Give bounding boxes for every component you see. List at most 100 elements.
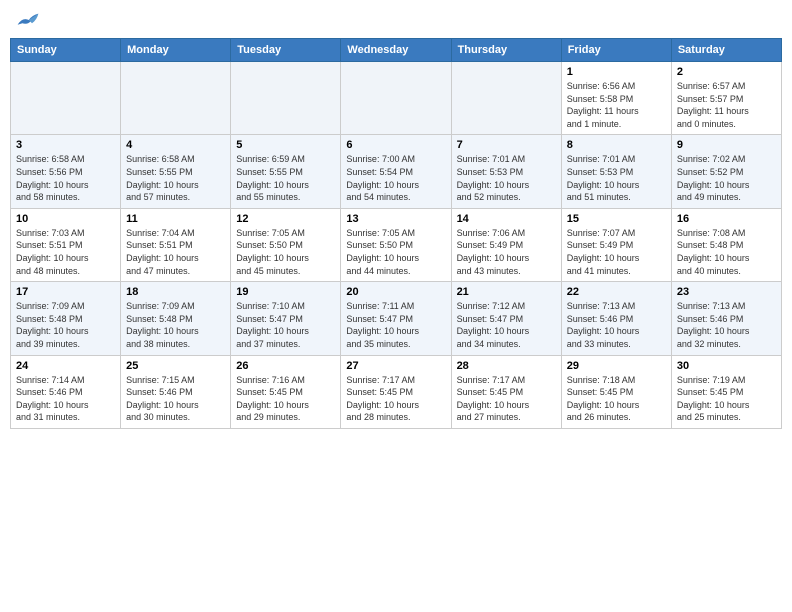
day-number: 15 — [567, 213, 666, 225]
day-info: Sunrise: 7:06 AM Sunset: 5:49 PM Dayligh… — [457, 227, 556, 277]
calendar-week-4: 17 Sunrise: 7:09 AM Sunset: 5:48 PM Dayli… — [11, 282, 782, 355]
calendar-cell: 15 Sunrise: 7:07 AM Sunset: 5:49 PM Dayli… — [561, 208, 671, 281]
calendar-cell: 27 Sunrise: 7:17 AM Sunset: 5:45 PM Dayli… — [341, 355, 451, 428]
logo — [14, 10, 40, 30]
day-info: Sunrise: 7:07 AM Sunset: 5:49 PM Dayligh… — [567, 227, 666, 277]
day-info: Sunrise: 7:02 AM Sunset: 5:52 PM Dayligh… — [677, 153, 776, 203]
weekday-header-thursday: Thursday — [451, 39, 561, 62]
calendar-cell: 22Sunrise: 7:13 AM Sunset: 5:46 PM Dayli… — [561, 282, 671, 355]
day-info: Sunrise: 7:05 AM Sunset: 5:50 PM Dayligh… — [346, 227, 445, 277]
calendar-cell: 14 Sunrise: 7:06 AM Sunset: 5:49 PM Dayli… — [451, 208, 561, 281]
day-number: 10 — [16, 213, 115, 225]
day-info: Sunrise: 7:01 AM Sunset: 5:53 PM Dayligh… — [457, 153, 556, 203]
day-info: Sunrise: 7:12 AM Sunset: 5:47 PM Dayligh… — [457, 300, 556, 350]
calendar-cell: 6 Sunrise: 7:00 AM Sunset: 5:54 PM Daylig… — [341, 135, 451, 208]
calendar-cell: 3 Sunrise: 6:58 AM Sunset: 5:56 PM Daylig… — [11, 135, 121, 208]
calendar-cell: 12 Sunrise: 7:05 AM Sunset: 5:50 PM Dayli… — [231, 208, 341, 281]
calendar-week-5: 24 Sunrise: 7:14 AM Sunset: 5:46 PM Dayli… — [11, 355, 782, 428]
calendar-cell: 21 Sunrise: 7:12 AM Sunset: 5:47 PM Dayli… — [451, 282, 561, 355]
calendar-cell — [231, 62, 341, 135]
day-number: 25 — [126, 360, 225, 372]
weekday-header-friday: Friday — [561, 39, 671, 62]
calendar-week-3: 10 Sunrise: 7:03 AM Sunset: 5:51 PM Dayli… — [11, 208, 782, 281]
day-number: 13 — [346, 213, 445, 225]
day-number: 28 — [457, 360, 556, 372]
day-number: 18 — [126, 286, 225, 298]
day-info: Sunrise: 7:08 AM Sunset: 5:48 PM Dayligh… — [677, 227, 776, 277]
day-info: Sunrise: 7:17 AM Sunset: 5:45 PM Dayligh… — [346, 374, 445, 424]
day-info: Sunrise: 7:15 AM Sunset: 5:46 PM Dayligh… — [126, 374, 225, 424]
day-info: Sunrise: 7:18 AM Sunset: 5:45 PM Dayligh… — [567, 374, 666, 424]
day-info: Sunrise: 7:04 AM Sunset: 5:51 PM Dayligh… — [126, 227, 225, 277]
day-info: Sunrise: 6:58 AM Sunset: 5:56 PM Dayligh… — [16, 153, 115, 203]
day-number: 5 — [236, 139, 335, 151]
calendar-cell: 2 Sunrise: 6:57 AM Sunset: 5:57 PM Daylig… — [671, 62, 781, 135]
calendar-cell: 8 Sunrise: 7:01 AM Sunset: 5:53 PM Daylig… — [561, 135, 671, 208]
calendar-cell: 11 Sunrise: 7:04 AM Sunset: 5:51 PM Dayli… — [121, 208, 231, 281]
day-number: 24 — [16, 360, 115, 372]
day-number: 6 — [346, 139, 445, 151]
weekday-header-saturday: Saturday — [671, 39, 781, 62]
day-number: 21 — [457, 286, 556, 298]
day-info: Sunrise: 7:13 AM Sunset: 5:46 PM Dayligh… — [567, 300, 666, 350]
calendar-cell: 4 Sunrise: 6:58 AM Sunset: 5:55 PM Daylig… — [121, 135, 231, 208]
day-number: 8 — [567, 139, 666, 151]
calendar-cell: 10 Sunrise: 7:03 AM Sunset: 5:51 PM Dayli… — [11, 208, 121, 281]
day-number: 11 — [126, 213, 225, 225]
calendar-cell: 24 Sunrise: 7:14 AM Sunset: 5:46 PM Dayli… — [11, 355, 121, 428]
day-info: Sunrise: 7:17 AM Sunset: 5:45 PM Dayligh… — [457, 374, 556, 424]
day-info: Sunrise: 7:14 AM Sunset: 5:46 PM Dayligh… — [16, 374, 115, 424]
day-info: Sunrise: 7:01 AM Sunset: 5:53 PM Dayligh… — [567, 153, 666, 203]
day-number: 27 — [346, 360, 445, 372]
calendar-cell: 23Sunrise: 7:13 AM Sunset: 5:46 PM Dayli… — [671, 282, 781, 355]
calendar-week-2: 3 Sunrise: 6:58 AM Sunset: 5:56 PM Daylig… — [11, 135, 782, 208]
calendar-cell — [121, 62, 231, 135]
calendar-cell: 1Sunrise: 6:56 AM Sunset: 5:58 PM Daylig… — [561, 62, 671, 135]
day-number: 9 — [677, 139, 776, 151]
day-info: Sunrise: 7:05 AM Sunset: 5:50 PM Dayligh… — [236, 227, 335, 277]
day-number: 20 — [346, 286, 445, 298]
calendar-cell: 20Sunrise: 7:11 AM Sunset: 5:47 PM Dayli… — [341, 282, 451, 355]
calendar-table: SundayMondayTuesdayWednesdayThursdayFrid… — [10, 38, 782, 429]
calendar-cell: 16Sunrise: 7:08 AM Sunset: 5:48 PM Dayli… — [671, 208, 781, 281]
day-number: 19 — [236, 286, 335, 298]
calendar-cell — [451, 62, 561, 135]
day-info: Sunrise: 7:03 AM Sunset: 5:51 PM Dayligh… — [16, 227, 115, 277]
day-info: Sunrise: 7:19 AM Sunset: 5:45 PM Dayligh… — [677, 374, 776, 424]
day-number: 12 — [236, 213, 335, 225]
calendar-cell: 28 Sunrise: 7:17 AM Sunset: 5:45 PM Dayli… — [451, 355, 561, 428]
day-info: Sunrise: 6:59 AM Sunset: 5:55 PM Dayligh… — [236, 153, 335, 203]
day-info: Sunrise: 7:13 AM Sunset: 5:46 PM Dayligh… — [677, 300, 776, 350]
day-number: 29 — [567, 360, 666, 372]
day-info: Sunrise: 7:00 AM Sunset: 5:54 PM Dayligh… — [346, 153, 445, 203]
calendar-cell — [11, 62, 121, 135]
calendar-cell: 25 Sunrise: 7:15 AM Sunset: 5:46 PM Dayli… — [121, 355, 231, 428]
weekday-header-wednesday: Wednesday — [341, 39, 451, 62]
calendar-cell: 9 Sunrise: 7:02 AM Sunset: 5:52 PM Daylig… — [671, 135, 781, 208]
day-info: Sunrise: 7:16 AM Sunset: 5:45 PM Dayligh… — [236, 374, 335, 424]
day-info: Sunrise: 7:09 AM Sunset: 5:48 PM Dayligh… — [126, 300, 225, 350]
day-number: 3 — [16, 139, 115, 151]
logo-bird-icon — [16, 10, 40, 30]
calendar-cell: 13 Sunrise: 7:05 AM Sunset: 5:50 PM Dayli… — [341, 208, 451, 281]
day-number: 17 — [16, 286, 115, 298]
weekday-header-row: SundayMondayTuesdayWednesdayThursdayFrid… — [11, 39, 782, 62]
calendar-cell: 29 Sunrise: 7:18 AM Sunset: 5:45 PM Dayli… — [561, 355, 671, 428]
day-info: Sunrise: 6:58 AM Sunset: 5:55 PM Dayligh… — [126, 153, 225, 203]
calendar-cell: 5 Sunrise: 6:59 AM Sunset: 5:55 PM Daylig… — [231, 135, 341, 208]
calendar-cell: 7 Sunrise: 7:01 AM Sunset: 5:53 PM Daylig… — [451, 135, 561, 208]
weekday-header-sunday: Sunday — [11, 39, 121, 62]
calendar-cell: 17 Sunrise: 7:09 AM Sunset: 5:48 PM Dayli… — [11, 282, 121, 355]
day-number: 7 — [457, 139, 556, 151]
calendar-cell: 18 Sunrise: 7:09 AM Sunset: 5:48 PM Dayli… — [121, 282, 231, 355]
calendar-week-1: 1Sunrise: 6:56 AM Sunset: 5:58 PM Daylig… — [11, 62, 782, 135]
weekday-header-tuesday: Tuesday — [231, 39, 341, 62]
page-header — [10, 10, 782, 30]
day-info: Sunrise: 7:09 AM Sunset: 5:48 PM Dayligh… — [16, 300, 115, 350]
weekday-header-monday: Monday — [121, 39, 231, 62]
day-number: 4 — [126, 139, 225, 151]
day-number: 14 — [457, 213, 556, 225]
day-info: Sunrise: 6:57 AM Sunset: 5:57 PM Dayligh… — [677, 80, 776, 130]
day-number: 2 — [677, 66, 776, 78]
calendar-cell — [341, 62, 451, 135]
